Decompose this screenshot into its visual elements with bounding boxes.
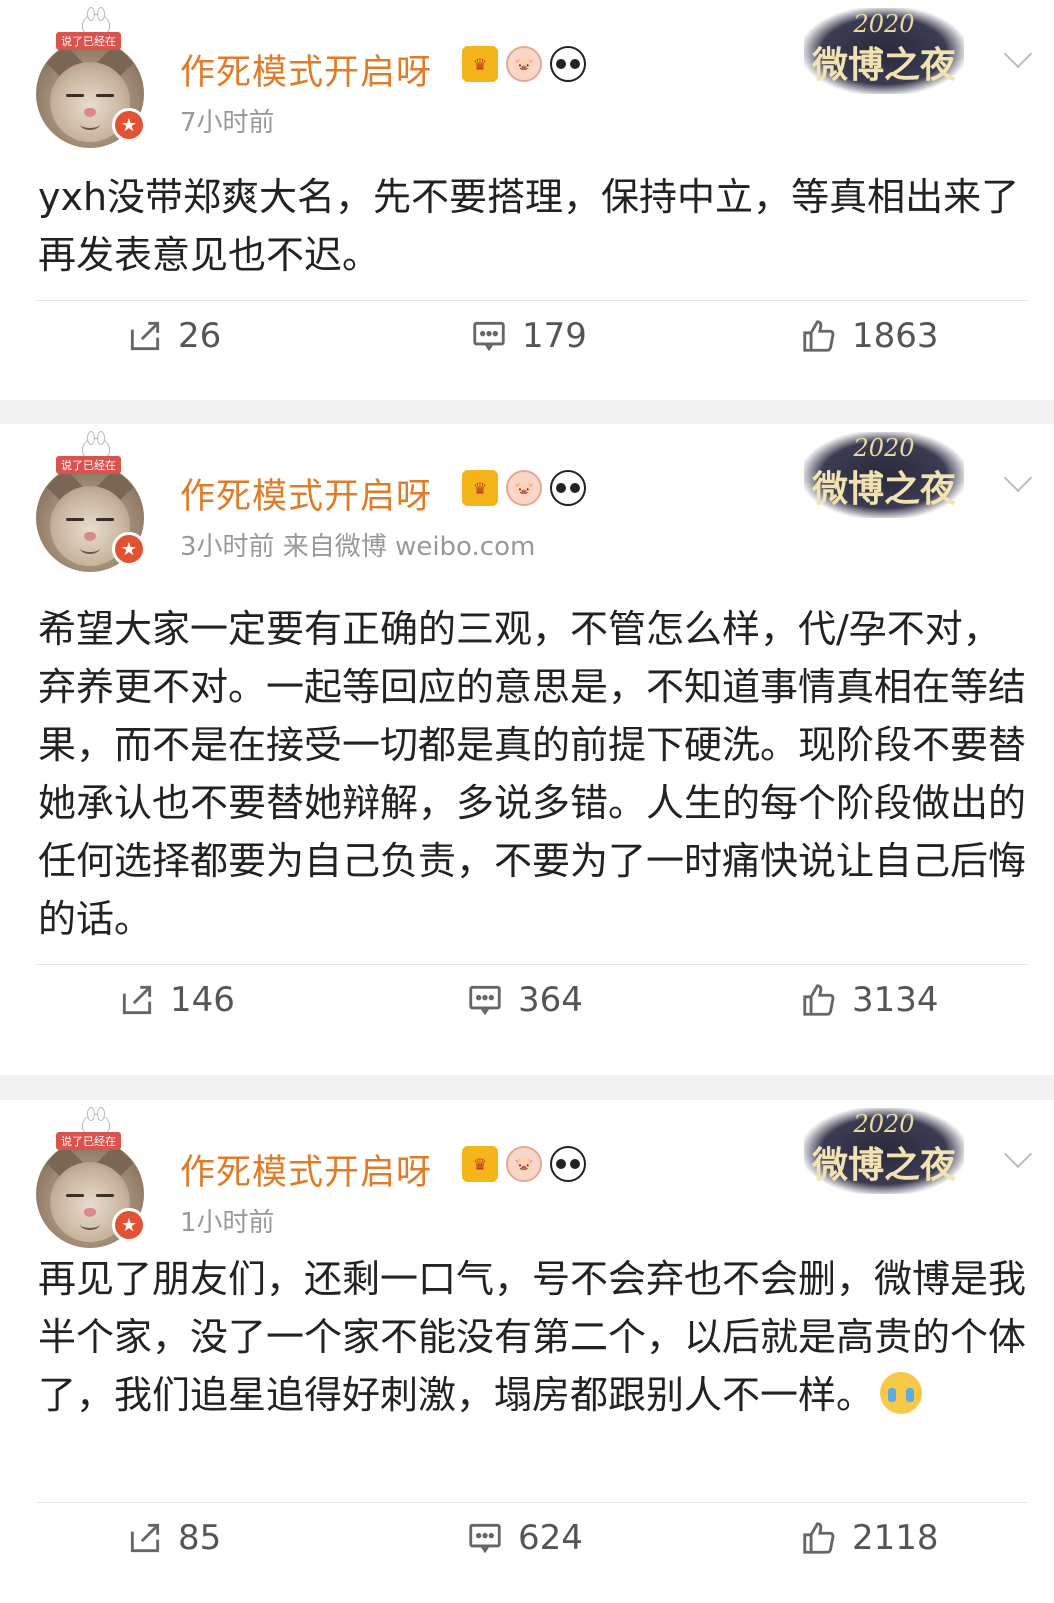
avatar-sticker-text: 说了已经在 (56, 456, 121, 474)
crown-icon[interactable]: ♛ (462, 1146, 498, 1182)
comment-icon (469, 985, 501, 1016)
event-logo-year: 2020 (853, 434, 915, 462)
chevron-down-icon[interactable] (1003, 1139, 1033, 1169)
like-count: 1863 (852, 316, 939, 356)
like-count: 2118 (852, 1518, 939, 1558)
avatar-sticker: 说了已经在 (56, 1107, 146, 1150)
event-logo-name: 微博之夜 (811, 1145, 956, 1186)
chevron-down-icon[interactable] (1003, 463, 1033, 493)
weibo-post-3: 说了已经在 ★ 作死模式开启呀 ♛ 🐷 1小时前 2020 微博之夜 再见了朋友… (0, 1100, 1054, 1603)
event-logo-year: 2020 (853, 10, 915, 38)
comment-count: 179 (522, 316, 587, 356)
comment-button[interactable]: 624 (466, 1518, 583, 1558)
post-actions: 85 624 2118 (0, 1518, 1054, 1578)
post-actions: 26 179 1863 (0, 316, 1054, 376)
crown-icon[interactable]: ♛ (462, 46, 498, 82)
pig-icon[interactable]: 🐷 (506, 46, 542, 82)
post-meta: 1小时前 (180, 1208, 275, 1238)
panda-icon[interactable] (550, 46, 586, 82)
event-logo: 2020 微博之夜 (804, 8, 964, 94)
avatar-sticker-text: 说了已经在 (56, 1132, 121, 1150)
event-logo-name: 微博之夜 (811, 45, 956, 86)
weibo-post-2: 说了已经在 ★ 作死模式开启呀 ♛ 🐷 3小时前 来自微博 weibo.com … (0, 424, 1054, 1075)
panda-icon[interactable] (550, 1146, 586, 1182)
repost-count: 26 (178, 316, 222, 356)
repost-button[interactable]: 146 (118, 980, 235, 1020)
event-logo: 2020 微博之夜 (804, 1108, 964, 1194)
crown-icon[interactable]: ♛ (462, 470, 498, 506)
weibo-post-1: 说了已经在 ★ 作死模式开启呀 ♛ 🐷 7小时前 2020 微博之夜 yxh没带… (0, 0, 1054, 400)
like-count: 3134 (852, 980, 939, 1020)
post-text: yxh没带郑爽大名，先不要搭理，保持中立，等真相出来了再发表意见也不迟。 (38, 175, 1020, 277)
divider (36, 300, 1028, 301)
divider (36, 964, 1028, 965)
comment-icon (473, 321, 505, 352)
repost-count: 146 (170, 980, 235, 1020)
repost-icon (122, 985, 152, 1015)
repost-icon (130, 1523, 160, 1553)
comment-count: 364 (518, 980, 583, 1020)
crying-laughing-emoji-icon (880, 1372, 923, 1414)
username[interactable]: 作死模式开启呀 (180, 1144, 432, 1195)
post-meta: 3小时前 来自微博 weibo.com (180, 532, 536, 562)
verified-star-icon: ★ (112, 1208, 146, 1242)
panda-icon[interactable] (550, 470, 586, 506)
repost-count: 85 (178, 1518, 222, 1558)
like-button[interactable]: 3134 (800, 980, 939, 1020)
post-text: 再见了朋友们，还剩一口气，号不会弃也不会删，微博是我半个家，没了一个家不能没有第… (38, 1250, 1028, 1424)
username[interactable]: 作死模式开启呀 (180, 44, 432, 95)
comment-button[interactable]: 179 (470, 316, 587, 356)
avatar[interactable]: 说了已经在 ★ (36, 1107, 146, 1248)
comment-button[interactable]: 364 (466, 980, 583, 1020)
verified-star-icon: ★ (112, 532, 146, 566)
thumbs-up-icon (803, 984, 835, 1016)
verified-star-icon: ★ (112, 108, 146, 142)
event-logo-year: 2020 (853, 1110, 915, 1138)
avatar-sticker: 说了已经在 (56, 7, 146, 50)
repost-icon (130, 321, 160, 351)
thumbs-up-icon (803, 320, 835, 352)
comment-count: 624 (518, 1518, 583, 1558)
pig-icon[interactable]: 🐷 (506, 1146, 542, 1182)
event-logo-name: 微博之夜 (811, 469, 956, 510)
repost-button[interactable]: 26 (126, 316, 221, 356)
divider (36, 1502, 1028, 1503)
like-button[interactable]: 1863 (800, 316, 939, 356)
avatar[interactable]: 说了已经在 ★ (36, 431, 146, 572)
avatar-sticker: 说了已经在 (56, 431, 146, 474)
avatar[interactable]: 说了已经在 ★ (36, 7, 146, 148)
chevron-down-icon[interactable] (1003, 39, 1033, 69)
like-button[interactable]: 2118 (800, 1518, 939, 1558)
comment-icon (469, 1523, 501, 1554)
post-text-content: 再见了朋友们，还剩一口气，号不会弃也不会删，微博是我半个家，没了一个家不能没有第… (38, 1257, 1027, 1417)
repost-button[interactable]: 85 (126, 1518, 221, 1558)
thumbs-up-icon (803, 1522, 835, 1554)
post-text: 希望大家一定要有正确的三观，不管怎么样，代/孕不对，弃养更不对。一起等回应的意思… (38, 607, 1027, 941)
avatar-sticker-text: 说了已经在 (56, 32, 121, 50)
event-logo: 2020 微博之夜 (804, 432, 964, 518)
pig-icon[interactable]: 🐷 (506, 470, 542, 506)
post-meta: 7小时前 (180, 108, 275, 138)
post-actions: 146 364 3134 (0, 980, 1054, 1040)
username[interactable]: 作死模式开启呀 (180, 468, 432, 519)
